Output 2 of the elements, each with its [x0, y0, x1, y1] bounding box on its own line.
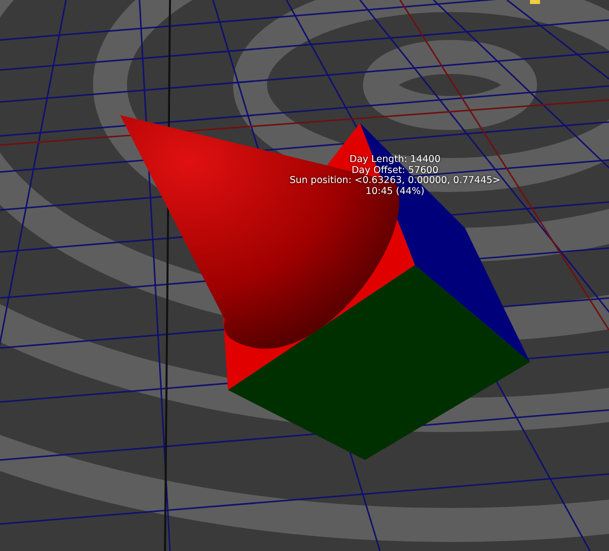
- light-marker-icon: [530, 0, 540, 4]
- sun-info-text: 10:45 (44%): [366, 186, 424, 197]
